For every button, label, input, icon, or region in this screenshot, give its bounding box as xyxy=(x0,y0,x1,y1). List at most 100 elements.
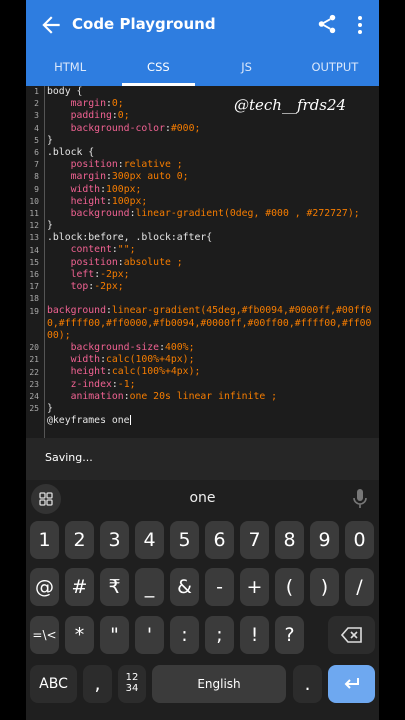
line-number: 16 xyxy=(29,270,39,279)
code-line: margin:300px auto 0; xyxy=(70,171,189,183)
line-number: 14 xyxy=(29,245,39,255)
code-line: 0,#ffff00,#ff0000,#fb0094,#0000ff,#00ff0… xyxy=(47,317,372,329)
key[interactable]: ' xyxy=(135,616,164,654)
code-line: background:linear-gradient(0deg, #000 , … xyxy=(70,207,360,219)
key[interactable]: + xyxy=(240,568,269,606)
status-message: Saving... xyxy=(45,451,93,464)
line-number: 13 xyxy=(29,233,39,243)
line-number: 1 xyxy=(34,87,39,96)
line-number: 12 xyxy=(29,221,39,231)
key[interactable]: 2 xyxy=(65,521,94,559)
space-key[interactable]: English xyxy=(152,665,286,703)
code-line: 00); xyxy=(47,329,71,341)
numpad-key[interactable]: 12 34 xyxy=(118,665,146,703)
line-number: 24 xyxy=(29,392,39,401)
key[interactable]: ! xyxy=(240,616,269,654)
back-arrow-icon[interactable] xyxy=(38,12,64,38)
key[interactable]: ( xyxy=(275,568,304,606)
code-line: background-size:400%; xyxy=(70,341,195,353)
status-bar: Saving... xyxy=(26,438,379,480)
line-number: 18 xyxy=(29,294,39,304)
key[interactable]: : xyxy=(170,616,199,654)
key[interactable]: 1 xyxy=(30,521,59,559)
key[interactable]: - xyxy=(205,568,234,606)
key[interactable]: 8 xyxy=(275,521,304,559)
line-number: 8 xyxy=(34,172,39,182)
key[interactable]: & xyxy=(170,568,199,606)
code-line: width:100px; xyxy=(70,183,142,195)
key[interactable]: 3 xyxy=(100,521,129,559)
key[interactable]: =\< xyxy=(30,616,59,654)
key[interactable]: _ xyxy=(135,568,164,606)
symbol-row-1: @ # ₹ _ & - +() / xyxy=(26,568,379,608)
abc-key[interactable]: ABC xyxy=(30,665,77,703)
key[interactable]: ? xyxy=(275,616,304,654)
code-line: animation:one 20s linear infinite ; xyxy=(70,390,278,402)
period-key[interactable]: . xyxy=(293,665,322,703)
line-number: 4 xyxy=(34,123,39,133)
code-area[interactable]: body { margin:0; padding:0; background-c… xyxy=(47,86,377,427)
key[interactable]: 6 xyxy=(205,521,234,559)
line-number: 19 xyxy=(29,306,39,316)
key[interactable]: 7 xyxy=(240,521,269,559)
tab-output[interactable]: OUTPUT xyxy=(291,50,379,86)
text-cursor xyxy=(129,415,131,426)
line-number: 3 xyxy=(34,111,39,121)
microphone-icon[interactable] xyxy=(352,488,368,510)
line-number: 6 xyxy=(34,148,39,157)
key[interactable]: / xyxy=(345,568,374,606)
line-number: 17 xyxy=(29,282,39,292)
enter-key[interactable] xyxy=(328,665,375,703)
key[interactable]: @ xyxy=(30,568,59,606)
code-line: } xyxy=(47,220,53,232)
backspace-key[interactable] xyxy=(328,616,375,654)
symbol-row-2: =\< * " ':;!? xyxy=(26,616,379,656)
suggestion-word[interactable]: one xyxy=(26,490,379,506)
code-line: content:""; xyxy=(70,244,136,256)
line-number: 9 xyxy=(34,184,39,194)
key[interactable]: 9 xyxy=(310,521,339,559)
line-number: 2 xyxy=(34,99,39,109)
app-window: Code Playground HTML CSS JS OUTPUT 12345… xyxy=(26,0,379,720)
key[interactable]: ₹ xyxy=(100,568,129,606)
key[interactable]: 5 xyxy=(170,521,199,559)
code-line: @keyframes one xyxy=(47,415,131,427)
code-line: } xyxy=(47,134,53,146)
line-number-gutter: 1 2 3 4 5 6 7 8 9 10 11 12 13 14 15 16 17 18 19 20 21 22 23 24 2… xyxy=(26,86,45,438)
more-options-icon[interactable] xyxy=(353,13,367,37)
line-number: 23 xyxy=(29,379,39,389)
code-line: z-index:-1; xyxy=(70,378,136,390)
code-line: .block:before, .block:after{ xyxy=(47,232,213,244)
line-number: 21 xyxy=(29,355,39,365)
line-number: 5 xyxy=(34,135,39,145)
code-line: .block { xyxy=(47,146,95,158)
backspace-icon xyxy=(340,627,362,643)
bottom-row: ABC , 12 34 English . xyxy=(26,665,379,705)
code-line: background-color:#000; xyxy=(70,122,201,134)
app-bar: Code Playground HTML CSS JS OUTPUT xyxy=(26,0,379,86)
line-number: 25 xyxy=(29,404,39,414)
enter-arrow-icon xyxy=(344,678,359,689)
key[interactable]: ) xyxy=(310,568,339,606)
code-line: position:absolute ; xyxy=(70,256,183,268)
key[interactable]: # xyxy=(65,568,94,606)
code-line: height:calc(100%+4px); xyxy=(70,366,201,378)
tab-js[interactable]: JS xyxy=(203,50,291,86)
tab-html[interactable]: HTML xyxy=(26,50,114,86)
number-row: 1234567890 xyxy=(26,521,379,561)
line-number: 11 xyxy=(29,209,39,218)
share-icon[interactable] xyxy=(316,13,338,35)
tab-css[interactable]: CSS xyxy=(114,50,202,86)
line-number: 7 xyxy=(34,160,39,170)
key[interactable]: 0 xyxy=(345,521,374,559)
code-line: height:100px; xyxy=(70,195,148,207)
key[interactable]: * xyxy=(65,616,94,654)
key[interactable]: " xyxy=(100,616,129,654)
tab-bar: HTML CSS JS OUTPUT xyxy=(26,50,379,86)
code-editor[interactable]: 1 2 3 4 5 6 7 8 9 10 11 12 13 14 15 16 17 18 19 20 21 22 23 24 2… xyxy=(26,86,379,438)
comma-key[interactable]: , xyxy=(83,665,112,703)
code-line: position:relative ; xyxy=(70,159,183,171)
line-number: 10 xyxy=(29,196,39,206)
key[interactable]: ; xyxy=(205,616,234,654)
key[interactable]: 4 xyxy=(135,521,164,559)
